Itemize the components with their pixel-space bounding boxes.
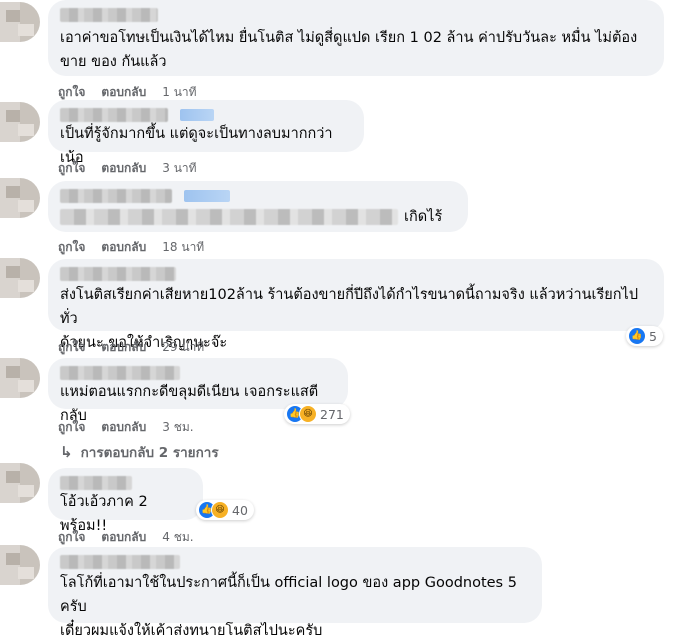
commenter-name-redacted[interactable]: [60, 476, 132, 490]
view-replies-link[interactable]: ↳ การตอบกลับ 2 รายการ: [60, 441, 219, 463]
commenter-name-redacted[interactable]: [60, 189, 172, 203]
tagged-name-redacted[interactable]: [184, 190, 230, 202]
comment-text: เกิดไร้: [404, 209, 443, 225]
comment-bubble: โอ้วเอ้วภาค 2 พร้อม!!: [48, 468, 203, 534]
reply-button[interactable]: ตอบกลับ: [101, 338, 146, 357]
reply-button[interactable]: ตอบกลับ: [101, 238, 146, 257]
reaction-summary[interactable]: 👍 5: [626, 326, 663, 346]
avatar[interactable]: [0, 178, 40, 218]
comment-actions: ถูกใจ ตอบกลับ 3 ชม.: [58, 418, 194, 437]
haha-icon: 😆: [211, 501, 229, 519]
comment-actions: ถูกใจ ตอบกลับ 4 ชม.: [58, 528, 194, 547]
reaction-summary[interactable]: 👍 😆 271: [284, 404, 350, 424]
like-button[interactable]: ถูกใจ: [58, 418, 85, 437]
avatar[interactable]: [0, 358, 40, 398]
reaction-count: 40: [232, 502, 248, 518]
reply-button[interactable]: ตอบกลับ: [101, 159, 146, 178]
comment-time[interactable]: 18 นาที: [162, 238, 204, 257]
avatar[interactable]: [0, 102, 40, 142]
comment-bubble: โลโก้ที่เอามาใช้ในประกาศนี้ก็เป็น offici…: [48, 547, 542, 639]
comment-actions: ถูกใจ ตอบกลับ 3 นาที: [58, 159, 197, 178]
reply-button[interactable]: ตอบกลับ: [101, 418, 146, 437]
comment-time[interactable]: 29 นาที: [162, 338, 204, 357]
like-button[interactable]: ถูกใจ: [58, 528, 85, 547]
comment-time[interactable]: 3 นาที: [162, 159, 196, 178]
haha-icon: 😆: [299, 405, 317, 423]
comment-text: โลโก้ที่เอามาใช้ในประกาศนี้ก็เป็น offici…: [60, 575, 517, 639]
comment-bubble: เอาค่าขอโทษเป็นเงินได้ไหม ยื่นโนติส ไม่ด…: [48, 0, 664, 76]
comment-bubble: เป็นที่รู้จักมากขึ้น แต่ดูจะเป็นทางลบมาก…: [48, 100, 364, 166]
commenter-name-redacted[interactable]: [60, 555, 180, 569]
commenter-name-redacted[interactable]: [60, 366, 180, 380]
like-button[interactable]: ถูกใจ: [58, 159, 85, 178]
like-button[interactable]: ถูกใจ: [58, 238, 85, 257]
comment-text: เอาค่าขอโทษเป็นเงินได้ไหม ยื่นโนติส ไม่ด…: [60, 30, 638, 70]
comment-bubble: เกิดไร้: [48, 181, 468, 232]
reply-arrow-icon: ↳: [60, 443, 73, 461]
redacted-text: [60, 209, 398, 225]
avatar[interactable]: [0, 463, 40, 503]
avatar[interactable]: [0, 545, 40, 585]
comment-actions: ถูกใจ ตอบกลับ 18 นาที: [58, 238, 204, 257]
reaction-summary[interactable]: 👍 😆 40: [196, 500, 254, 520]
comment-time[interactable]: 3 ชม.: [162, 418, 193, 437]
like-button[interactable]: ถูกใจ: [58, 338, 85, 357]
reply-button[interactable]: ตอบกลับ: [101, 528, 146, 547]
avatar[interactable]: [0, 2, 40, 42]
like-icon: 👍: [628, 327, 646, 345]
comment-bubble: แหม่ตอนแรกกะดีขลุมดีเนียน เจอกระแสตีกลับ: [48, 358, 348, 424]
commenter-name-redacted[interactable]: [60, 267, 176, 281]
commenter-name-redacted[interactable]: [60, 108, 168, 122]
avatar[interactable]: [0, 258, 40, 298]
commenter-name-redacted[interactable]: [60, 8, 158, 22]
comment-time[interactable]: 4 ชม.: [162, 528, 193, 547]
tagged-name-redacted[interactable]: [180, 109, 214, 121]
comment-bubble: ส่งโนติสเรียกค่าเสียหาย102ล้าน ร้านต้องข…: [48, 259, 664, 351]
reaction-count: 5: [649, 328, 657, 344]
view-replies-label: การตอบกลับ 2 รายการ: [80, 445, 219, 461]
reaction-count: 271: [320, 406, 344, 422]
comment-actions: ถูกใจ ตอบกลับ 29 นาที: [58, 338, 204, 357]
